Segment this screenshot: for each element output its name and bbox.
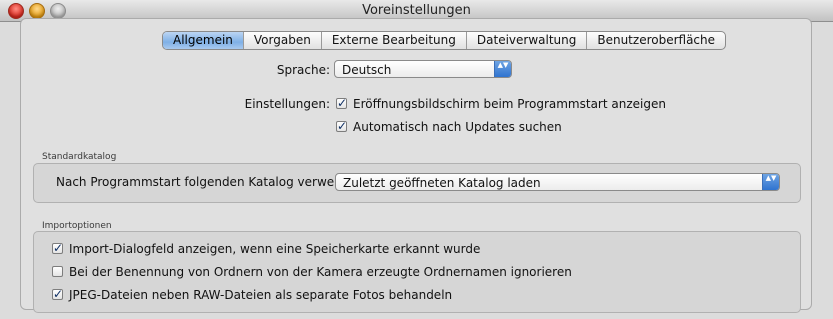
catalog-select-value: Zuletzt geöffneten Katalog laden xyxy=(343,176,541,190)
checkmark-icon: ✓ xyxy=(337,119,348,133)
import-group-title: Importoptionen xyxy=(42,221,112,231)
tab-dateiverwaltung[interactable]: Dateiverwaltung xyxy=(467,32,588,49)
splash-screen-checkbox[interactable]: ✓ xyxy=(336,96,348,110)
tab-allgemein[interactable]: Allgemein xyxy=(163,32,244,49)
catalog-select[interactable]: Zuletzt geöffneten Katalog laden ▲▼ xyxy=(335,173,780,191)
tab-benutzeroberflaeche[interactable]: Benutzeroberfläche xyxy=(587,32,725,49)
language-select-value: Deutsch xyxy=(342,63,392,77)
popup-arrows-icon: ▲▼ xyxy=(762,174,779,190)
language-label: Sprache: xyxy=(276,63,330,77)
import-dialog-checkbox[interactable]: ✓ xyxy=(52,241,64,255)
jpeg-separate-checkbox[interactable]: ✓ xyxy=(52,287,64,301)
auto-update-checkbox[interactable]: ✓ xyxy=(336,119,348,133)
import-dialog-label: Import-Dialogfeld anzeigen, wenn eine Sp… xyxy=(69,242,481,256)
popup-arrows-icon: ▲▼ xyxy=(494,61,511,77)
window-title: Voreinstellungen xyxy=(362,3,471,18)
tab-bar: Allgemein Vorgaben Externe Bearbeitung D… xyxy=(162,31,727,50)
settings-label: Einstellungen: xyxy=(244,97,330,111)
language-select[interactable]: Deutsch ▲▼ xyxy=(334,60,512,78)
tab-vorgaben[interactable]: Vorgaben xyxy=(244,32,322,49)
checkmark-icon: ✓ xyxy=(337,96,348,110)
tab-externe-bearbeitung[interactable]: Externe Bearbeitung xyxy=(322,32,467,49)
ignore-camera-folder-names-label: Bei der Benennung von Ordnern von der Ka… xyxy=(69,265,572,279)
catalog-label: Nach Programmstart folgenden Katalog ver… xyxy=(56,175,369,189)
ignore-camera-folder-names-checkbox[interactable] xyxy=(52,266,63,277)
checkmark-icon: ✓ xyxy=(53,287,64,301)
jpeg-separate-label: JPEG-Dateien neben RAW-Dateien als separ… xyxy=(69,288,453,302)
catalog-group-title: Standardkatalog xyxy=(42,152,117,162)
splash-screen-label: Eröffnungsbildschirm beim Programmstart … xyxy=(353,97,666,111)
checkmark-icon: ✓ xyxy=(53,241,64,255)
auto-update-label: Automatisch nach Updates suchen xyxy=(353,120,562,134)
